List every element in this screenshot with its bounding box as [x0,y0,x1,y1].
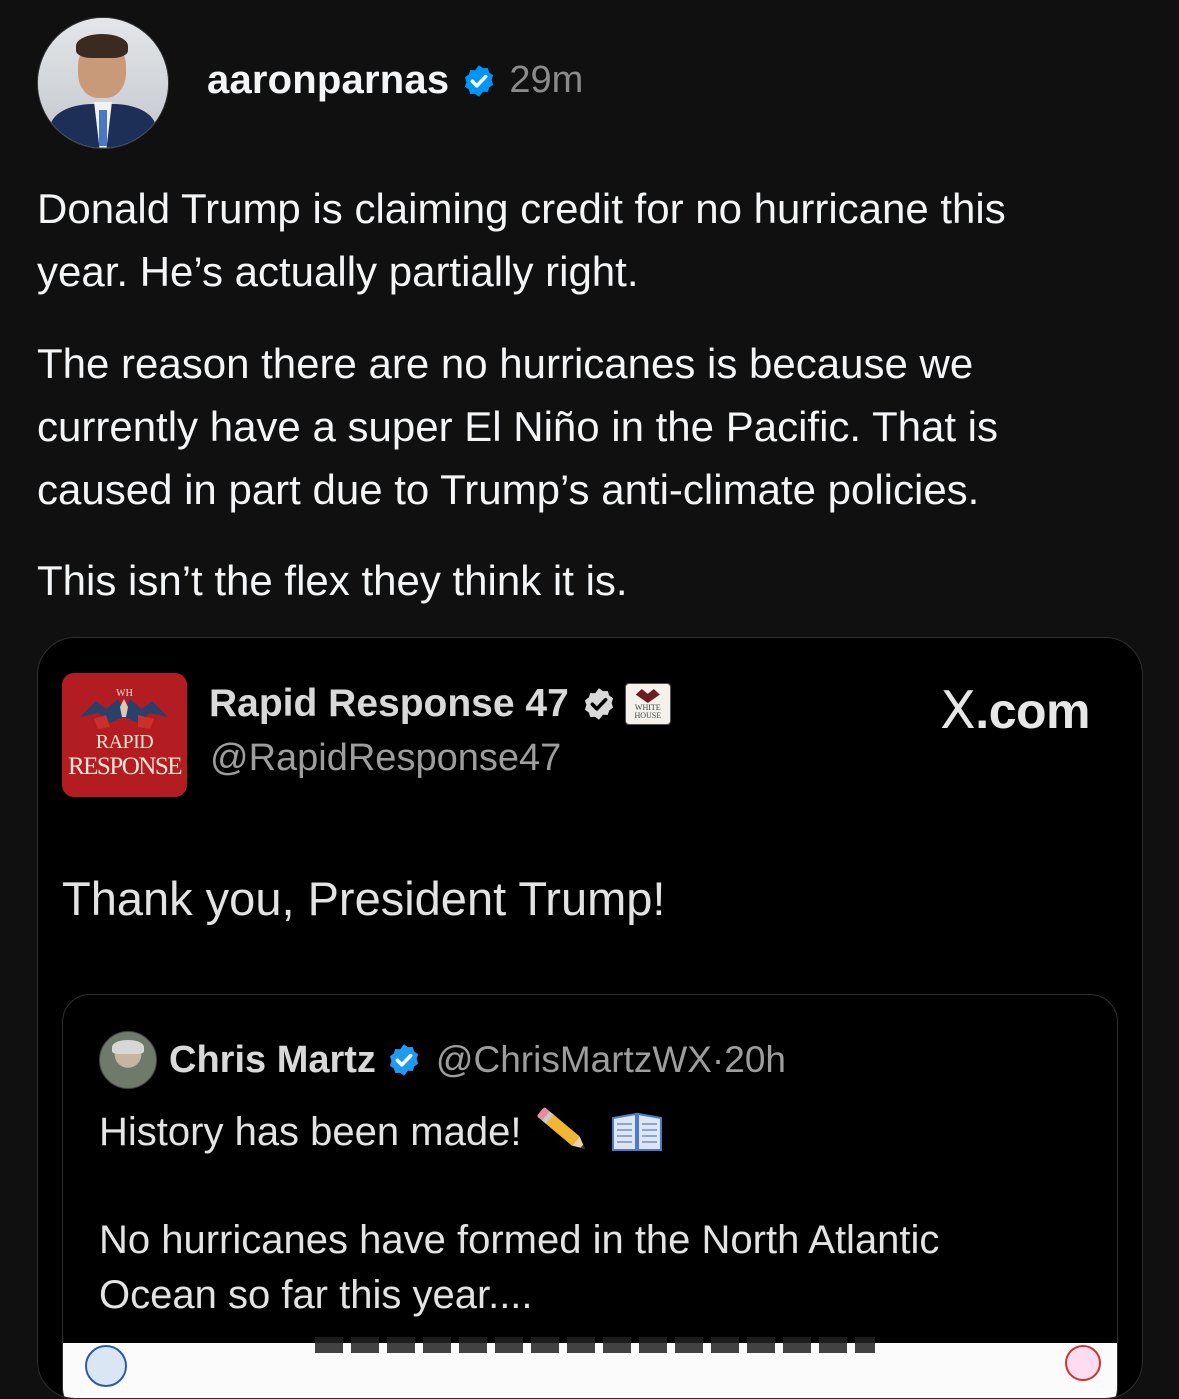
nws-logo-icon [85,1345,127,1387]
quoted-post-body: No hurricanes have formed in the North A… [99,1218,940,1317]
white-house-affiliation-badge-icon: WHITE HOUSE [624,683,671,725]
embedded-post-card[interactable]: WH RAPID RESPONSE Rapid Response 47 WHIT… [37,637,1143,1399]
post-paragraph-1: Donald Trump is claiming credit for no h… [37,185,1006,295]
post-header: aaronparnas 29m [37,16,583,149]
post-paragraph-3: This isn’t the flex they think it is. [37,557,628,604]
quoted-author-avatar[interactable] [99,1031,157,1089]
embed-account-name[interactable]: Rapid Response 47 [209,682,569,726]
source-link-xcom[interactable]: X.com [940,681,1090,741]
quoted-post-image[interactable] [63,1337,1117,1398]
embed-account-handle[interactable]: @RapidResponse47 [210,737,561,780]
post-paragraph-2: The reason there are no hurricanes is be… [37,340,999,513]
quoted-author-handle: @ChrisMartzWX·20h [435,1039,786,1080]
pencil-icon [537,1107,586,1149]
quoted-post-card[interactable]: Chris Martz @ChrisMartzWX·20h History ha… [62,994,1118,1398]
post-meta: aaronparnas 29m [207,58,583,103]
eagle-icon [80,699,168,729]
x-logo-icon: X [940,681,976,741]
quoted-author-name[interactable]: Chris Martz [169,1039,376,1082]
post-timestamp: 29m [509,59,584,101]
open-book-icon [612,1112,663,1151]
rapid-response-logo[interactable]: WH RAPID RESPONSE [62,673,187,797]
quoted-post-headline: History has been made! [99,1109,522,1154]
verified-badge-icon [584,688,613,720]
source-suffix: .com [975,683,1090,739]
quoted-post-header: Chris Martz @ChrisMartzWX·20h [99,1031,786,1089]
author-username[interactable]: aaronparnas [207,58,449,103]
verified-badge-icon [465,64,494,97]
verified-badge-icon [389,1044,419,1076]
embed-post-text: Thank you, President Trump! [62,872,666,925]
embed-account-name-row: Rapid Response 47 WHITE HOUSE [209,682,671,726]
quoted-post-first-line: History has been made! [99,1105,665,1159]
noaa-logo-icon [1065,1345,1101,1381]
author-avatar[interactable] [37,16,169,149]
image-title-text [315,1337,875,1353]
